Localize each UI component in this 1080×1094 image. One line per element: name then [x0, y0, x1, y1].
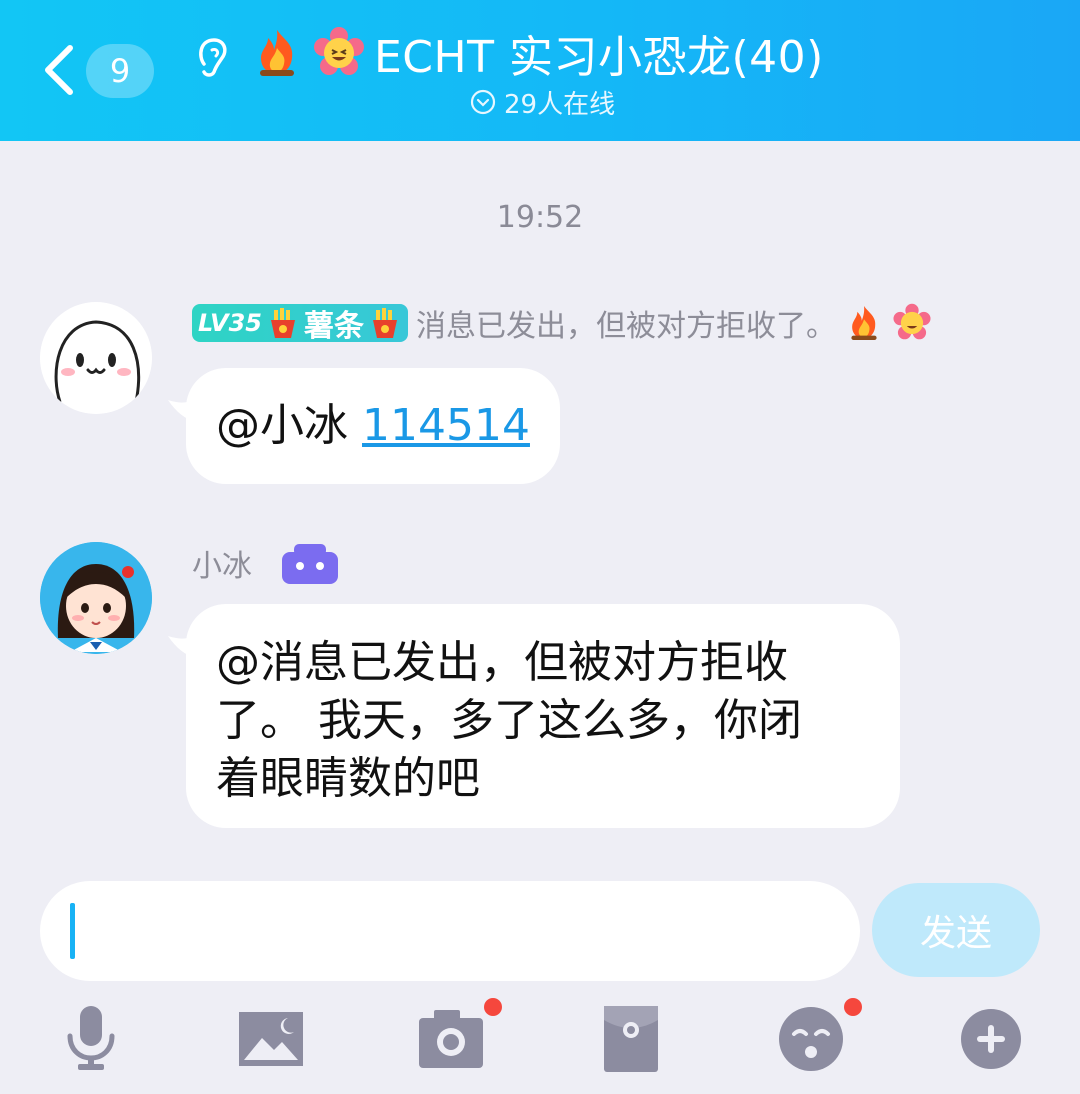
fire-icon: [851, 305, 877, 341]
level-badge[interactable]: LV35 薯条: [192, 304, 408, 344]
message-bubble[interactable]: @消息已发出，但被对方拒收 了。 我天，多了这么多，你闭 着眼睛数的吧: [186, 604, 900, 828]
ear-icon[interactable]: [192, 34, 232, 78]
notification-dot: [844, 998, 862, 1016]
image-button[interactable]: [236, 1004, 306, 1074]
avatar[interactable]: [40, 542, 152, 654]
blob-avatar-icon: [40, 302, 152, 414]
message-bubble[interactable]: @小冰 114514: [186, 368, 560, 484]
sender-name[interactable]: 小冰: [192, 541, 252, 585]
more-button[interactable]: [956, 1004, 1026, 1074]
fries-icon: [372, 308, 397, 338]
sender-name[interactable]: 消息已发出，但被对方拒收了。: [416, 301, 836, 345]
back-button[interactable]: [40, 40, 80, 100]
red-packet-icon: [604, 1006, 658, 1072]
level-text: LV35: [198, 309, 262, 337]
message-text-line: 着眼睛数的吧: [216, 753, 480, 804]
image-icon: [239, 1012, 303, 1066]
fire-icon: [260, 30, 294, 76]
message-text-line: 了。 我天，多了这么多，你闭: [216, 695, 802, 746]
mic-icon: [67, 1006, 115, 1070]
online-status-row[interactable]: 29人在线: [470, 84, 615, 120]
message-meta: 小冰: [192, 540, 340, 586]
message-meta: LV35 薯条 消息已发出，但被对方拒收了。: [192, 302, 932, 344]
message-link[interactable]: 114514: [362, 400, 530, 451]
message-text-line: @消息已发出，但被对方拒收: [216, 637, 788, 688]
red-packet-button[interactable]: [596, 1004, 666, 1074]
avatar[interactable]: [40, 302, 152, 414]
message-input[interactable]: [40, 881, 860, 981]
camera-button[interactable]: [416, 1004, 486, 1074]
message-timestamp: 19:52: [496, 200, 584, 235]
chat-title: ECHT 实习小恐龙(40): [374, 32, 824, 83]
girl-avatar-icon: [40, 542, 152, 654]
chevron-down-circle-icon: [470, 89, 496, 115]
plus-icon: [961, 1009, 1021, 1069]
unread-count-badge[interactable]: 9: [86, 44, 154, 98]
voice-button[interactable]: [56, 1004, 126, 1074]
fries-icon: [270, 308, 295, 338]
mention-text: @小冰: [216, 400, 348, 451]
notification-dot: [484, 998, 502, 1016]
text-caret: [70, 903, 75, 959]
group-title-tag: 薯条: [303, 309, 364, 344]
online-status-text: 29人在线: [504, 89, 616, 120]
chat-header: 9 ECHT 实习小恐龙(40) 29人在线: [0, 0, 1080, 141]
emoji-button[interactable]: [776, 1004, 846, 1074]
chat-title-row[interactable]: ECHT 实习小恐龙(40): [250, 22, 824, 84]
send-button[interactable]: 发送: [872, 883, 1040, 977]
flower-face-icon: [893, 303, 931, 340]
robot-icon[interactable]: [280, 540, 340, 586]
flower-face-icon: [314, 27, 364, 75]
emoji-face-icon: [779, 1007, 843, 1071]
chevron-left-icon: [45, 45, 73, 95]
camera-icon: [419, 1010, 483, 1068]
